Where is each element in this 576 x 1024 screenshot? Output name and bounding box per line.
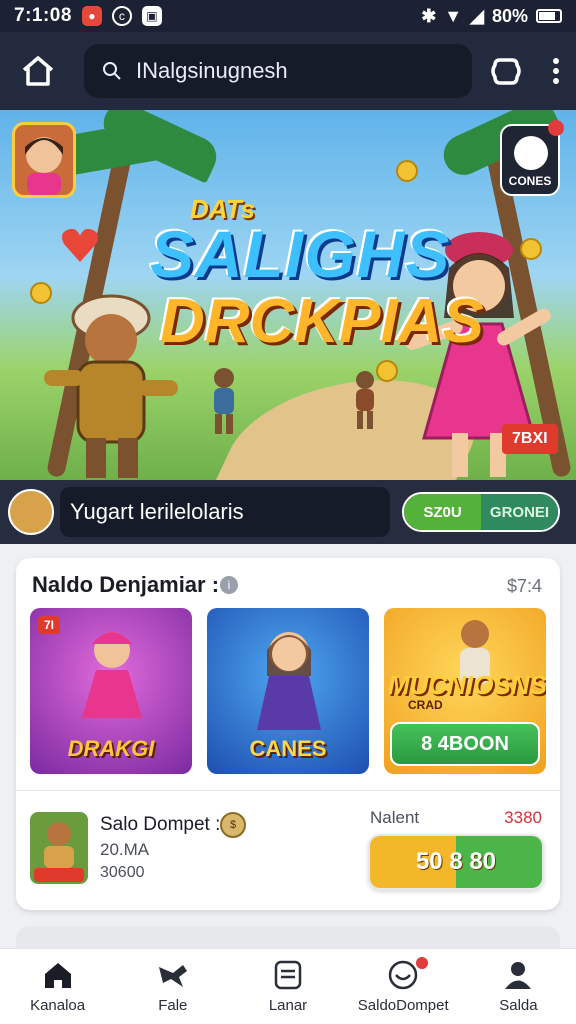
hero-title-line1: SALIGHS — [150, 217, 451, 291]
avatar-face-image — [25, 137, 63, 195]
search-icon — [103, 62, 121, 80]
bottom-navigation: Kanaloa Fale Lanar SaldoDompet Salda — [0, 948, 576, 1024]
nav-label: Fale — [158, 997, 188, 1014]
nav-label: Lanar — [268, 997, 308, 1014]
signal-icon: ◢ — [470, 5, 484, 26]
info-icon[interactable]: i — [220, 576, 238, 594]
game-tile-mucniosns[interactable]: MUCNIOSNS CRAD 8 4BOON — [384, 608, 546, 774]
notification-dot — [548, 120, 564, 136]
game-tile-canes[interactable]: CANES — [207, 608, 369, 774]
home-icon — [42, 959, 74, 991]
more-menu-button[interactable] — [544, 51, 568, 91]
gold-coin — [396, 160, 418, 182]
coins-icon — [514, 136, 548, 170]
user-icon — [502, 959, 534, 991]
coins-button[interactable]: CONES — [500, 120, 564, 196]
hero-title-line2: DRCKPIAS — [160, 287, 484, 356]
wallet-coin-icon: $ — [220, 812, 246, 838]
card-title: Naldo Denjamiar : — [32, 572, 220, 597]
nav-item-kanaloa[interactable]: Kanaloa — [0, 949, 115, 1024]
nav-label: Kanaloa — [30, 997, 86, 1014]
battery-icon — [536, 9, 562, 23]
gold-coin — [520, 238, 542, 260]
nav-item-lanar[interactable]: Lanar — [230, 949, 345, 1024]
promo-toggle[interactable]: SZ0U GRONEI — [402, 492, 560, 532]
promo-label-box[interactable]: Yugart lerilelolaris — [60, 487, 390, 537]
bluetooth-icon: ✱ — [421, 5, 437, 26]
tile-character-image — [257, 632, 321, 730]
tile-label: CANES — [249, 736, 327, 761]
wifi-icon: ▼ — [444, 5, 463, 26]
tile-play-button[interactable]: 8 4BOON — [390, 722, 540, 766]
search-text: INalgsinugnesh — [136, 58, 288, 83]
tile-character-image — [82, 632, 142, 718]
card-divider — [16, 790, 560, 791]
bag-icon — [491, 58, 521, 85]
notification-copyright-icon: c — [111, 6, 132, 26]
wallet-thumbnail-image — [34, 822, 84, 882]
coins-badge-label: CONES — [508, 174, 552, 188]
nav-item-salda[interactable]: Salda — [461, 949, 576, 1024]
wallet-sub-value-2: 30600 — [100, 864, 145, 881]
notification-dot — [415, 957, 428, 969]
search-bar[interactable]: INalgsinugnesh — [84, 44, 472, 98]
bird-icon — [157, 959, 189, 991]
hero-tag[interactable]: 7BXI — [502, 424, 558, 454]
tile-subtitle: CRAD — [408, 698, 443, 712]
promo-pill-right[interactable]: GRONEI — [481, 494, 558, 530]
wallet-title: Salo Dompet : — [100, 814, 221, 835]
gold-coin — [376, 360, 398, 382]
app-top-bar: INalgsinugnesh — [0, 32, 576, 110]
more-vertical-icon — [553, 58, 559, 84]
wallet-thumbnail[interactable] — [30, 812, 88, 884]
bag-button[interactable] — [486, 51, 526, 91]
hero-banner[interactable]: DATs SALIGHS DRCKPIAS CONES 7BXI — [0, 110, 576, 480]
promo-strip: Yugart lerilelolaris SZ0U GRONEI — [0, 480, 576, 544]
nav-item-fale[interactable]: Fale — [115, 949, 230, 1024]
nav-item-saldodompet[interactable]: SaldoDompet — [346, 949, 461, 1024]
promo-label: Yugart lerilelolaris — [70, 499, 244, 524]
gold-coin — [30, 282, 52, 304]
battery-percent: 80% — [491, 5, 528, 26]
wallet-action-button[interactable]: 50 8 80 — [368, 834, 544, 890]
tile-title: MUCNIOSNS — [388, 670, 546, 700]
card-price: $7:4 — [506, 576, 542, 596]
wallet-sub-value-1: 20.MA — [100, 840, 150, 859]
heart-icon — [62, 228, 98, 262]
list-icon — [272, 959, 304, 991]
home-icon — [22, 56, 54, 86]
wallet-right-value: 3380 — [504, 808, 542, 827]
notification-image-icon: ▣ — [141, 6, 162, 26]
wallet-smile-icon — [387, 959, 419, 991]
status-bar: 7:1:08 ● c ▣ ✱ ▼ ◢ 80% — [0, 0, 576, 32]
tile-badge: 7I — [38, 616, 61, 634]
promo-pill-left[interactable]: SZ0U — [404, 494, 481, 530]
promo-avatar[interactable] — [8, 489, 54, 535]
wallet-action-label: 50 8 80 — [415, 848, 497, 875]
child-character-image — [214, 368, 234, 434]
status-time: 7:1:08 — [14, 5, 72, 26]
child-character-image — [356, 371, 374, 429]
profile-avatar[interactable] — [12, 122, 76, 198]
tile-label: DRAKGI — [67, 736, 155, 761]
game-tile-drakgi[interactable]: 7I DRAKGI — [30, 608, 192, 774]
home-button[interactable] — [18, 51, 58, 91]
games-card: Naldo Denjamiar : i $7:4 7I DRAKGI CANES… — [16, 558, 560, 910]
wallet-right-label: Nalent — [370, 808, 420, 827]
nav-label: SaldoDompet — [357, 997, 449, 1014]
nav-label: Salda — [499, 997, 538, 1014]
notification-app-icon: ● — [81, 6, 102, 26]
